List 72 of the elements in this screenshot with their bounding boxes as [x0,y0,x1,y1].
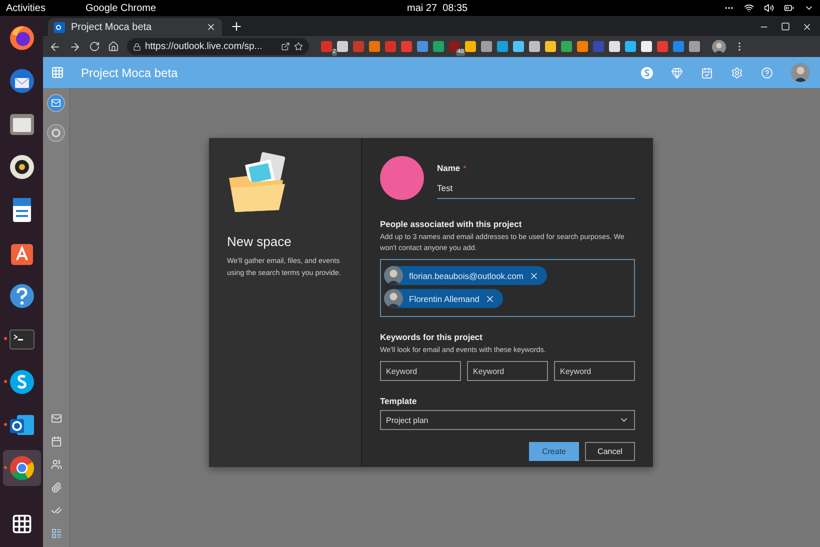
reload-icon[interactable] [89,41,100,52]
home-icon[interactable] [108,41,119,52]
extension-icon[interactable] [545,41,556,52]
extension-icon[interactable] [529,41,540,52]
avatar [384,289,403,308]
star-icon[interactable] [294,42,303,51]
keyword-field[interactable]: Keyword [554,361,635,381]
remove-icon[interactable] [529,270,540,280]
extension-icon[interactable] [641,41,652,52]
help-icon[interactable] [8,282,36,310]
field-label: Name [437,163,460,173]
cancel-button[interactable]: Cancel [585,442,635,461]
person-name: florian.beaubois@outlook.com [409,270,524,280]
extension-icon[interactable] [513,41,524,52]
calendar-icon[interactable] [50,436,62,447]
activities-button[interactable]: Activities [6,2,46,14]
clock: mai 27 08:35 [407,2,468,14]
people-icon[interactable] [50,459,62,470]
volume-icon[interactable] [764,3,774,13]
extension-icon[interactable] [609,41,620,52]
mail-icon[interactable] [50,413,62,424]
keyword-field[interactable]: Keyword [380,361,461,381]
back-icon[interactable] [49,40,61,52]
checkmark-icon[interactable] [50,505,62,516]
forward-icon[interactable] [69,40,81,52]
app-grid-icon[interactable] [10,513,32,535]
app-title: Project Moca beta [81,66,178,80]
template-dropdown[interactable]: Project plan [380,410,635,430]
address-bar[interactable]: https://outlook.live.com/sp... [127,38,309,55]
field-label: Template [380,396,418,406]
wifi-icon[interactable] [744,3,754,13]
dialog-title: New space [227,234,292,249]
speaker-icon[interactable] [8,153,36,181]
close-icon[interactable] [206,22,216,32]
extension-icon[interactable] [465,41,476,52]
app-menu[interactable]: Google Chrome [85,2,156,14]
diamond-icon[interactable] [671,66,683,78]
lock-icon [133,42,141,50]
person-name: Florentin Allemand [409,294,480,304]
new-tab-icon[interactable] [230,20,243,33]
maximize-icon[interactable] [781,22,790,31]
avatar[interactable] [791,63,810,82]
tab-title: Project Moca beta [71,22,153,32]
name-field[interactable]: Test [437,180,635,199]
project-color-swatch[interactable] [380,156,424,200]
extension-icon[interactable] [337,41,348,52]
create-button[interactable]: Create [529,442,579,461]
person-chip[interactable]: florian.beaubois@outlook.com [384,266,548,285]
globe-icon[interactable] [8,24,36,52]
avatar [384,266,403,285]
battery-icon[interactable] [784,3,794,13]
avatar[interactable] [712,40,726,54]
open-external-icon[interactable] [281,42,290,51]
calendar-check-icon[interactable] [701,66,713,78]
globe-icon[interactable] [8,454,36,482]
close-icon[interactable] [802,22,812,32]
attachment-icon[interactable] [50,482,62,493]
section-heading: People associated with this project [380,219,523,229]
browser-tab[interactable]: Project Moca beta [48,18,222,36]
mail-app-icon[interactable] [8,67,36,95]
google-icon[interactable] [47,124,65,142]
mail-app-icon [54,22,65,32]
remove-icon[interactable] [485,294,496,304]
project-icon[interactable] [50,528,62,539]
settings-icon[interactable] [731,66,743,78]
chat-icon[interactable] [8,368,36,396]
people-field[interactable]: florian.beaubois@outlook.com Florentin Allemand [380,259,635,317]
person-chip[interactable]: Florentin Allemand [384,289,504,308]
required-mark: * [463,164,466,173]
keyword-field[interactable]: Keyword [467,361,548,381]
section-heading: Keywords for this project [380,332,484,342]
app-launcher-icon[interactable] [51,66,64,79]
